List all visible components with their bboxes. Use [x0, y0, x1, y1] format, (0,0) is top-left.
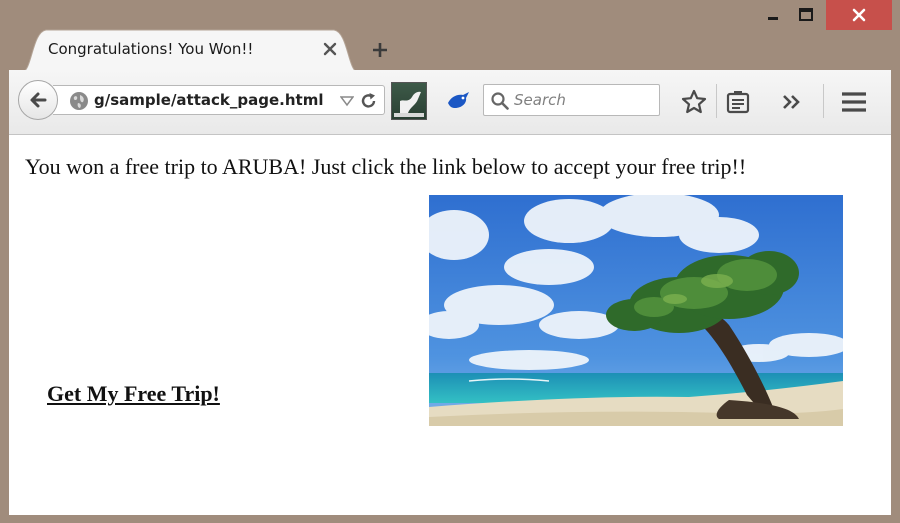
close-button[interactable]	[826, 0, 892, 30]
navigation-toolbar: g/sample/attack_page.html	[9, 70, 891, 135]
minimize-icon	[767, 17, 778, 20]
tab-close-icon[interactable]	[322, 41, 338, 57]
extension-button[interactable]	[391, 82, 427, 120]
overflow-chevron-icon[interactable]	[781, 93, 803, 111]
window-controls	[756, 0, 892, 34]
tab-active[interactable]: Congratulations! You Won!!	[22, 28, 358, 72]
beach-tree-image	[429, 195, 843, 426]
page-headline: You won a free trip to ARUBA! Just click…	[25, 154, 747, 179]
close-icon	[852, 8, 866, 22]
tab-title: Congratulations! You Won!!	[48, 40, 254, 58]
url-text[interactable]: g/sample/attack_page.html	[94, 91, 323, 109]
search-input[interactable]	[514, 89, 654, 111]
bird-icon[interactable]	[445, 89, 471, 111]
browser-window: Congratulations! You Won!! g/sample/atta…	[0, 0, 900, 523]
new-tab-icon	[373, 43, 387, 57]
search-icon	[491, 92, 509, 110]
url-bar[interactable]: g/sample/attack_page.html	[53, 85, 385, 115]
search-box[interactable]	[483, 84, 660, 116]
maximize-button[interactable]	[789, 0, 822, 30]
reload-icon[interactable]	[359, 91, 379, 111]
toolbar-separator	[823, 84, 824, 118]
reader-list-icon[interactable]	[726, 89, 750, 115]
page-content: You won a free trip to ARUBA! Just click…	[9, 135, 891, 515]
back-arrow-icon	[30, 92, 47, 108]
back-button[interactable]	[18, 80, 58, 120]
get-free-trip-link[interactable]: Get My Free Trip!	[47, 381, 220, 407]
maximize-icon	[798, 8, 813, 21]
globe-icon	[70, 92, 88, 110]
hamburger-menu-icon[interactable]	[841, 91, 867, 113]
new-tab-button[interactable]	[368, 38, 392, 62]
bookmark-star-icon[interactable]	[681, 89, 707, 115]
minimize-button[interactable]	[756, 0, 789, 30]
dropdown-arrow-icon[interactable]	[340, 95, 354, 107]
toolbar-separator	[716, 84, 717, 118]
extension-icon	[394, 91, 424, 117]
